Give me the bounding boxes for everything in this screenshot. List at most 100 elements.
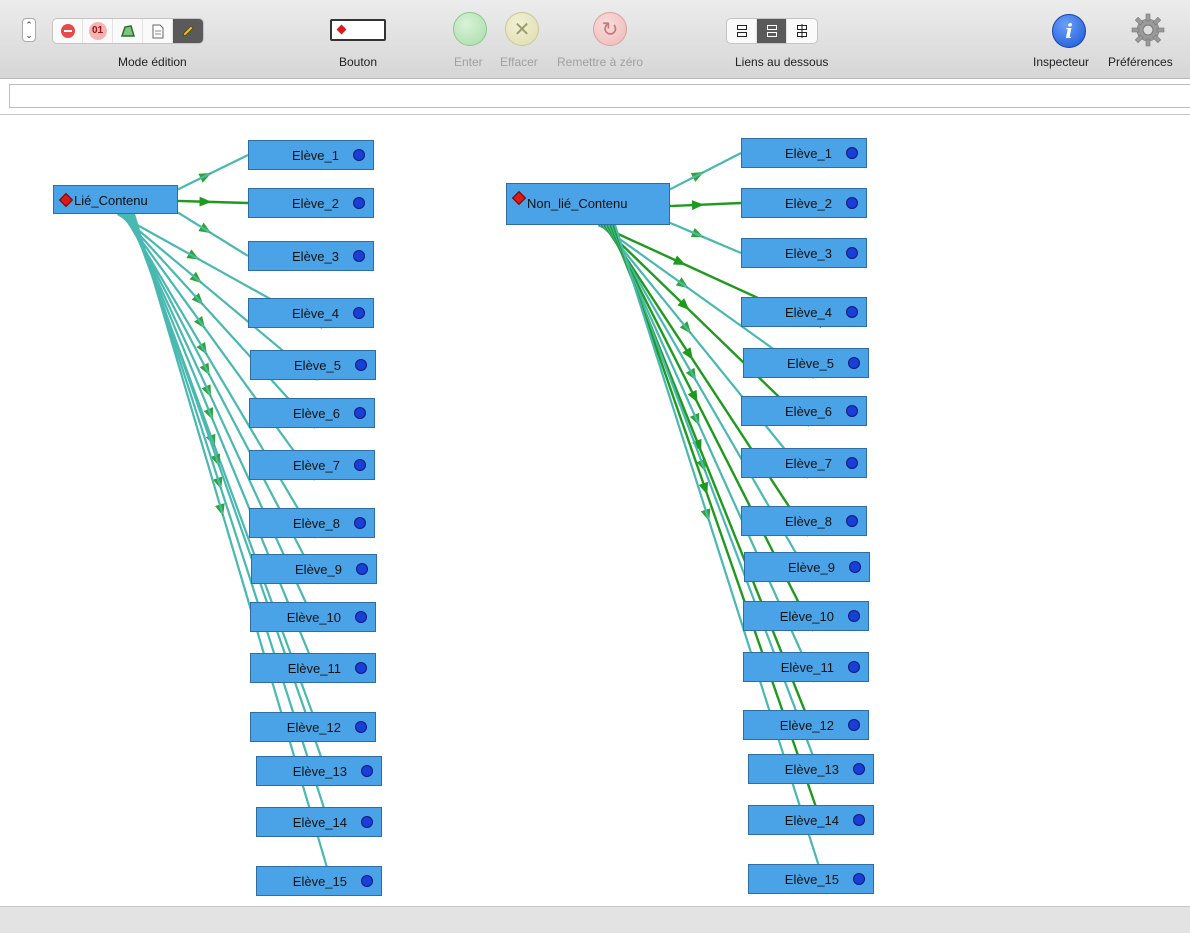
child-node[interactable]: Elève_8 — [741, 506, 867, 536]
child-node[interactable]: Elève_2 — [741, 188, 867, 218]
child-node[interactable]: Elève_9 — [251, 554, 377, 584]
effacer-label: Effacer — [500, 55, 538, 69]
connector-dot-icon[interactable] — [853, 763, 865, 775]
layout-center-icon[interactable] — [757, 19, 787, 43]
connector-dot-icon[interactable] — [848, 661, 860, 673]
url-input[interactable] — [9, 84, 1190, 108]
info-icon[interactable]: i — [1052, 14, 1086, 48]
layout-tree-icon[interactable] — [787, 19, 817, 43]
child-node[interactable]: Elève_4 — [741, 297, 867, 327]
parent-node-label: Non_lié_Contenu — [527, 196, 628, 211]
gear-icon[interactable] — [1130, 12, 1166, 48]
child-node-label: Elève_1 — [292, 148, 339, 163]
connector-dot-icon[interactable] — [356, 563, 368, 575]
child-node[interactable]: Elève_10 — [743, 601, 869, 631]
graph-canvas[interactable]: Lié_Contenu Elève_1 Elève_2 Elève_3 Elève_4 E… — [0, 114, 1190, 907]
connector-dot-icon[interactable] — [353, 149, 365, 161]
connector-dot-icon[interactable] — [355, 611, 367, 623]
connector-dot-icon[interactable] — [853, 814, 865, 826]
enter-button[interactable] — [453, 12, 487, 46]
remettre-button[interactable]: ↻ — [593, 12, 627, 46]
connector-dot-icon[interactable] — [846, 457, 858, 469]
connector-dot-icon[interactable] — [353, 250, 365, 262]
child-node[interactable]: Elève_6 — [741, 396, 867, 426]
child-node[interactable]: Elève_15 — [256, 866, 382, 896]
bouton-button[interactable] — [330, 19, 386, 41]
child-node[interactable]: Elève_2 — [248, 188, 374, 218]
connector-dot-icon[interactable] — [354, 407, 366, 419]
layout-below-icon[interactable] — [727, 19, 757, 43]
child-node[interactable]: Elève_8 — [249, 508, 375, 538]
stepper-control[interactable]: ⌃ ⌄ — [22, 18, 36, 42]
child-node-label: Elève_2 — [785, 196, 832, 211]
child-node[interactable]: Elève_12 — [743, 710, 869, 740]
child-node-label: Elève_6 — [293, 406, 340, 421]
connector-dot-icon[interactable] — [846, 405, 858, 417]
pencil-icon[interactable] — [173, 19, 203, 43]
child-node[interactable]: Elève_1 — [741, 138, 867, 168]
remettre-label: Remettre à zéro — [557, 55, 644, 69]
link-1-1 — [690, 152, 742, 182]
link-0-2 — [199, 196, 249, 207]
binary-icon[interactable]: 01 — [83, 19, 113, 43]
child-node[interactable]: Elève_3 — [248, 241, 374, 271]
child-node[interactable]: Elève_13 — [748, 754, 874, 784]
connector-dot-icon[interactable] — [353, 307, 365, 319]
shape-icon[interactable] — [113, 19, 143, 43]
connector-dot-icon[interactable] — [848, 719, 860, 731]
child-node[interactable]: Elève_1 — [248, 140, 374, 170]
child-node[interactable]: Elève_15 — [748, 864, 874, 894]
child-node-label: Elève_3 — [785, 246, 832, 261]
connector-dot-icon[interactable] — [846, 515, 858, 527]
child-node[interactable]: Elève_14 — [748, 805, 874, 835]
connector-dot-icon[interactable] — [354, 459, 366, 471]
child-node[interactable]: Elève_12 — [250, 712, 376, 742]
connector-dot-icon[interactable] — [353, 197, 365, 209]
link-1-2 — [691, 200, 742, 211]
child-node[interactable]: Elève_5 — [743, 348, 869, 378]
connector-dot-icon[interactable] — [361, 875, 373, 887]
link-tail-0-15 — [132, 213, 224, 515]
child-node[interactable]: Elève_4 — [248, 298, 374, 328]
connector-dot-icon[interactable] — [355, 721, 367, 733]
child-node-label: Elève_5 — [294, 358, 341, 373]
connector-dot-icon[interactable] — [354, 517, 366, 529]
connector-dot-icon[interactable] — [849, 561, 861, 573]
child-node[interactable]: Elève_6 — [249, 398, 375, 428]
connector-dot-icon[interactable] — [846, 306, 858, 318]
child-node-label: Elève_10 — [286, 610, 341, 625]
stop-icon[interactable] — [53, 19, 83, 43]
connector-dot-icon[interactable] — [848, 357, 860, 369]
document-icon[interactable] — [143, 19, 173, 43]
connector-dot-icon[interactable] — [853, 873, 865, 885]
child-node[interactable]: Elève_11 — [250, 653, 376, 683]
child-node[interactable]: Elève_9 — [744, 552, 870, 582]
diamond-icon — [58, 192, 74, 208]
child-node-label: Elève_12 — [286, 720, 341, 735]
child-node[interactable]: Elève_5 — [250, 350, 376, 380]
child-node[interactable]: Elève_3 — [741, 238, 867, 268]
connector-dot-icon[interactable] — [361, 765, 373, 777]
child-node[interactable]: Elève_14 — [256, 807, 382, 837]
child-node[interactable]: Elève_10 — [250, 602, 376, 632]
bouton-diamond-icon — [336, 24, 347, 35]
connector-dot-icon[interactable] — [355, 662, 367, 674]
child-node[interactable]: Elève_11 — [743, 652, 869, 682]
connector-dot-icon[interactable] — [846, 197, 858, 209]
child-node[interactable]: Elève_13 — [256, 756, 382, 786]
mode-segmented-control: 01 — [52, 18, 204, 44]
connector-dot-icon[interactable] — [848, 610, 860, 622]
parent-node[interactable]: Lié_Contenu — [53, 185, 178, 214]
child-node-label: Elève_2 — [292, 196, 339, 211]
parent-node[interactable]: Non_lié_Contenu — [506, 183, 670, 225]
connector-dot-icon[interactable] — [846, 247, 858, 259]
connector-dot-icon[interactable] — [846, 147, 858, 159]
child-node-label: Elève_13 — [784, 762, 839, 777]
child-node-label: Elève_6 — [785, 404, 832, 419]
child-node[interactable]: Elève_7 — [249, 450, 375, 480]
effacer-button[interactable]: ✕ — [505, 12, 539, 46]
connector-dot-icon[interactable] — [355, 359, 367, 371]
child-node[interactable]: Elève_7 — [741, 448, 867, 478]
link-0-12 — [205, 433, 319, 728]
connector-dot-icon[interactable] — [361, 816, 373, 828]
